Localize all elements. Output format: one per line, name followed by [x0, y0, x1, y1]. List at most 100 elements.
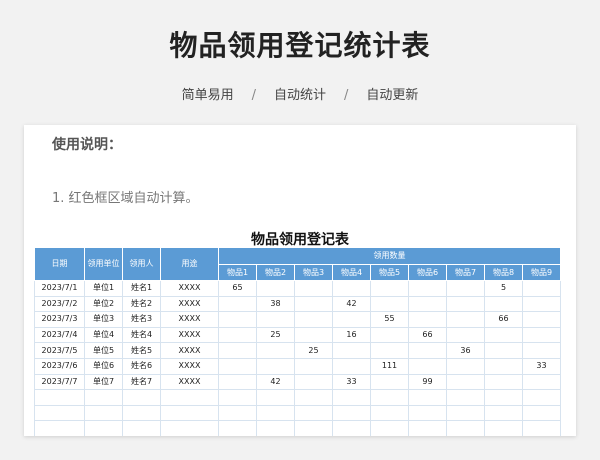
- cell-person[interactable]: 姓名7: [122, 373, 161, 391]
- cell-empty[interactable]: [160, 389, 219, 406]
- cell-qty-item-1[interactable]: [218, 357, 257, 375]
- cell-qty-item-1[interactable]: [218, 342, 257, 359]
- cell-empty[interactable]: [408, 389, 447, 406]
- cell-empty[interactable]: [122, 389, 161, 406]
- cell-qty-item-7[interactable]: [446, 357, 485, 375]
- cell-date[interactable]: 2023/7/7: [34, 373, 85, 391]
- cell-qty-item-2[interactable]: 42: [256, 373, 295, 391]
- cell-qty-item-5[interactable]: [370, 373, 409, 391]
- cell-qty-item-1[interactable]: [218, 373, 257, 391]
- cell-qty-item-7[interactable]: [446, 373, 485, 391]
- cell-qty-item-5[interactable]: [370, 342, 409, 359]
- cell-unit[interactable]: 单位7: [84, 373, 123, 391]
- cell-qty-item-2[interactable]: [256, 311, 295, 328]
- cell-qty-item-8[interactable]: [484, 295, 523, 313]
- cell-qty-item-4[interactable]: 42: [332, 295, 371, 313]
- cell-empty[interactable]: [122, 404, 161, 422]
- cell-person[interactable]: 姓名3: [122, 311, 161, 328]
- cell-qty-item-6[interactable]: [408, 295, 447, 313]
- cell-empty[interactable]: [484, 420, 523, 436]
- cell-empty[interactable]: [522, 404, 561, 422]
- cell-qty-item-3[interactable]: [294, 357, 333, 375]
- cell-date[interactable]: 2023/7/5: [34, 342, 85, 359]
- cell-empty[interactable]: [332, 389, 371, 406]
- cell-unit[interactable]: 单位4: [84, 326, 123, 344]
- cell-qty-item-8[interactable]: [484, 342, 523, 359]
- cell-empty[interactable]: [218, 389, 257, 406]
- cell-empty[interactable]: [34, 404, 85, 422]
- cell-qty-item-9[interactable]: [522, 326, 561, 344]
- cell-empty[interactable]: [294, 404, 333, 422]
- cell-empty[interactable]: [84, 404, 123, 422]
- cell-date[interactable]: 2023/7/1: [34, 280, 85, 297]
- cell-qty-item-5[interactable]: 55: [370, 311, 409, 328]
- cell-qty-item-8[interactable]: [484, 357, 523, 375]
- cell-qty-item-3[interactable]: [294, 295, 333, 313]
- cell-qty-item-1[interactable]: [218, 326, 257, 344]
- cell-date[interactable]: 2023/7/6: [34, 357, 85, 375]
- cell-empty[interactable]: [332, 420, 371, 436]
- cell-person[interactable]: 姓名5: [122, 342, 161, 359]
- cell-qty-item-3[interactable]: 25: [294, 342, 333, 359]
- cell-qty-item-9[interactable]: [522, 295, 561, 313]
- cell-empty[interactable]: [370, 420, 409, 436]
- cell-unit[interactable]: 单位6: [84, 357, 123, 375]
- cell-empty[interactable]: [332, 404, 371, 422]
- cell-qty-item-4[interactable]: 33: [332, 373, 371, 391]
- cell-qty-item-7[interactable]: 36: [446, 342, 485, 359]
- cell-qty-item-2[interactable]: [256, 342, 295, 359]
- cell-qty-item-9[interactable]: [522, 373, 561, 391]
- cell-empty[interactable]: [522, 420, 561, 436]
- cell-qty-item-6[interactable]: [408, 342, 447, 359]
- cell-empty[interactable]: [256, 404, 295, 422]
- cell-empty[interactable]: [370, 404, 409, 422]
- cell-empty[interactable]: [446, 404, 485, 422]
- cell-qty-item-4[interactable]: [332, 280, 371, 297]
- cell-empty[interactable]: [160, 420, 219, 436]
- cell-qty-item-8[interactable]: 66: [484, 311, 523, 328]
- cell-empty[interactable]: [408, 404, 447, 422]
- cell-qty-item-5[interactable]: 111: [370, 357, 409, 375]
- cell-qty-item-3[interactable]: [294, 373, 333, 391]
- cell-qty-item-1[interactable]: 65: [218, 280, 257, 297]
- cell-qty-item-8[interactable]: [484, 326, 523, 344]
- cell-qty-item-9[interactable]: 33: [522, 357, 561, 375]
- cell-empty[interactable]: [84, 389, 123, 406]
- cell-qty-item-5[interactable]: [370, 326, 409, 344]
- cell-qty-item-2[interactable]: 25: [256, 326, 295, 344]
- cell-empty[interactable]: [218, 404, 257, 422]
- cell-empty[interactable]: [484, 389, 523, 406]
- cell-qty-item-7[interactable]: [446, 326, 485, 344]
- cell-qty-item-2[interactable]: [256, 357, 295, 375]
- cell-empty[interactable]: [34, 420, 85, 436]
- cell-qty-item-4[interactable]: [332, 311, 371, 328]
- cell-empty[interactable]: [484, 404, 523, 422]
- cell-qty-item-5[interactable]: [370, 280, 409, 297]
- cell-empty[interactable]: [84, 420, 123, 436]
- cell-qty-item-5[interactable]: [370, 295, 409, 313]
- cell-empty[interactable]: [256, 420, 295, 436]
- cell-unit[interactable]: 单位1: [84, 280, 123, 297]
- cell-qty-item-8[interactable]: 5: [484, 280, 523, 297]
- cell-qty-item-4[interactable]: [332, 357, 371, 375]
- cell-empty[interactable]: [256, 389, 295, 406]
- cell-purpose[interactable]: XXXX: [160, 326, 219, 344]
- cell-qty-item-9[interactable]: [522, 342, 561, 359]
- cell-person[interactable]: 姓名4: [122, 326, 161, 344]
- cell-qty-item-6[interactable]: 66: [408, 326, 447, 344]
- cell-purpose[interactable]: XXXX: [160, 295, 219, 313]
- cell-empty[interactable]: [294, 420, 333, 436]
- cell-purpose[interactable]: XXXX: [160, 373, 219, 391]
- cell-qty-item-9[interactable]: [522, 311, 561, 328]
- cell-qty-item-7[interactable]: [446, 295, 485, 313]
- cell-unit[interactable]: 单位5: [84, 342, 123, 359]
- cell-date[interactable]: 2023/7/2: [34, 295, 85, 313]
- cell-purpose[interactable]: XXXX: [160, 342, 219, 359]
- cell-qty-item-2[interactable]: 38: [256, 295, 295, 313]
- cell-unit[interactable]: 单位2: [84, 295, 123, 313]
- cell-qty-item-6[interactable]: [408, 311, 447, 328]
- cell-qty-item-4[interactable]: [332, 342, 371, 359]
- cell-qty-item-7[interactable]: [446, 311, 485, 328]
- cell-purpose[interactable]: XXXX: [160, 280, 219, 297]
- cell-person[interactable]: 姓名1: [122, 280, 161, 297]
